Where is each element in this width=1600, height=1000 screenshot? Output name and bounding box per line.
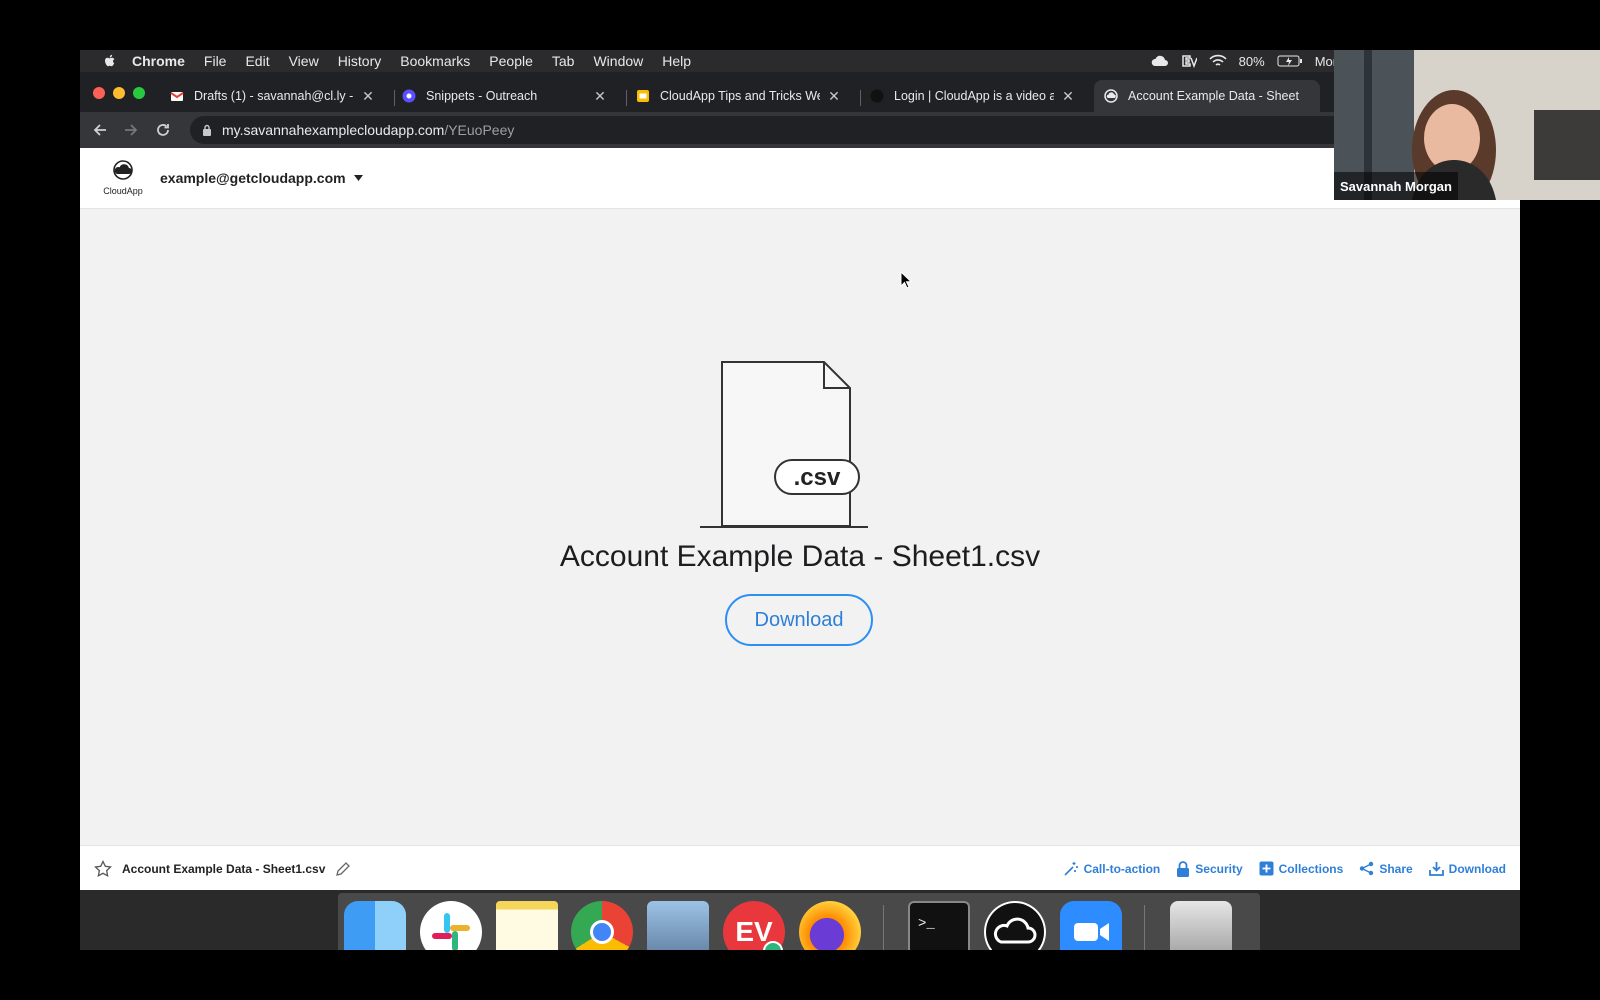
page-footer: Account Example Data - Sheet1.csv Call-t… xyxy=(80,845,1520,891)
mac-dock: EV >_ xyxy=(338,893,1260,950)
menu-view[interactable]: View xyxy=(289,53,319,69)
notes-icon[interactable] xyxy=(496,901,558,950)
cloudapp-menubar-icon[interactable] xyxy=(1151,54,1169,68)
account-dropdown[interactable]: example@getcloudapp.com xyxy=(160,170,363,186)
zoom-window-button[interactable] xyxy=(133,87,145,99)
security-label: Security xyxy=(1195,861,1243,876)
tab-title: CloudApp Tips and Tricks Web xyxy=(660,89,820,103)
tab-account-example-data[interactable]: Account Example Data - Sheet xyxy=(1094,80,1320,112)
magic-wand-icon xyxy=(1064,861,1078,876)
battery-percent: 80% xyxy=(1238,53,1265,69)
menu-people[interactable]: People xyxy=(489,53,533,69)
cloudapp-icon xyxy=(870,89,884,103)
footer-filename: Account Example Data - Sheet1.csv xyxy=(122,861,326,876)
menu-tab[interactable]: Tab xyxy=(552,53,575,69)
firefox-icon[interactable] xyxy=(799,901,861,950)
tab-cloudapp-login[interactable]: Login | CloudApp is a video an ✕ xyxy=(860,80,1086,112)
back-icon[interactable] xyxy=(92,122,108,138)
cloudapp-file-page: CloudApp example@getcloudapp.com .csv Ac… xyxy=(80,148,1520,891)
lock-icon xyxy=(1177,860,1190,877)
evernote-menubar-icon[interactable] xyxy=(1181,54,1197,68)
cloudapp-icon xyxy=(1104,89,1118,103)
reload-icon[interactable] xyxy=(155,122,171,138)
url-path: /YEuoPeey xyxy=(444,122,515,138)
call-to-action-button[interactable]: Call-to-action xyxy=(1063,861,1161,877)
participant-name: Savannah Morgan xyxy=(1334,172,1458,200)
footer-download-button[interactable]: Download xyxy=(1428,861,1506,876)
browser-toolbar: my.savannahexamplecloudapp.com/YEuoPeey xyxy=(80,112,1520,148)
menu-file[interactable]: File xyxy=(204,53,227,69)
window-controls xyxy=(93,87,145,99)
menu-window[interactable]: Window xyxy=(593,53,643,69)
apple-icon[interactable] xyxy=(102,53,118,69)
menu-help[interactable]: Help xyxy=(662,53,691,69)
menu-app-name[interactable]: Chrome xyxy=(132,53,185,69)
terminal-icon[interactable]: >_ xyxy=(908,901,970,950)
file-title: Account Example Data - Sheet1.csv xyxy=(559,540,1041,573)
battery-icon[interactable] xyxy=(1277,54,1303,68)
cta-label: Call-to-action xyxy=(1083,861,1161,876)
close-tab-icon[interactable]: ✕ xyxy=(360,88,376,105)
logo-text: CloudApp xyxy=(103,186,143,196)
menu-history[interactable]: History xyxy=(338,53,382,69)
page-header: CloudApp example@getcloudapp.com xyxy=(80,148,1520,209)
file-extension-badge: .csv xyxy=(794,464,841,491)
account-email: example@getcloudapp.com xyxy=(160,170,346,186)
file-icon: .csv xyxy=(700,361,868,528)
minimize-window-button[interactable] xyxy=(113,87,125,99)
finder-icon[interactable] xyxy=(344,901,406,950)
desktop-screen: Chrome File Edit View History Bookmarks … xyxy=(80,50,1520,950)
preview-photos-icon[interactable] xyxy=(647,901,709,950)
trash-icon[interactable] xyxy=(1170,901,1232,950)
video-call-overlay[interactable]: Savannah Morgan xyxy=(1334,50,1600,200)
svg-text:EV: EV xyxy=(735,916,773,947)
address-bar[interactable]: my.savannahexamplecloudapp.com/YEuoPeey xyxy=(190,116,1490,144)
expressvpn-icon[interactable]: EV xyxy=(723,901,785,950)
security-button[interactable]: Security xyxy=(1176,860,1243,877)
gmail-icon xyxy=(170,92,184,101)
close-tab-icon[interactable]: ✕ xyxy=(1060,88,1076,105)
outreach-icon xyxy=(402,89,416,103)
caret-down-icon xyxy=(353,175,363,181)
tab-outreach[interactable]: Snippets - Outreach ✕ xyxy=(392,80,618,112)
download-label: Download xyxy=(1448,861,1506,876)
wifi-icon[interactable] xyxy=(1209,54,1227,68)
svg-text:>_: >_ xyxy=(918,916,935,932)
cloudapp-logo[interactable]: CloudApp xyxy=(98,160,148,196)
close-tab-icon[interactable]: ✕ xyxy=(592,88,608,105)
share-label: Share xyxy=(1379,861,1413,876)
share-icon xyxy=(1360,861,1374,876)
tab-google-slides[interactable]: CloudApp Tips and Tricks Web ✕ xyxy=(626,80,852,112)
tab-title: Drafts (1) - savannah@cl.ly - G xyxy=(194,89,354,103)
tab-title: Snippets - Outreach xyxy=(426,89,538,103)
mac-menu-bar: Chrome File Edit View History Bookmarks … xyxy=(80,50,1520,72)
forward-icon[interactable] xyxy=(123,122,139,138)
zoom-icon[interactable] xyxy=(1060,901,1122,950)
slack-icon[interactable] xyxy=(420,901,482,950)
tab-title: Account Example Data - Sheet xyxy=(1128,89,1299,103)
chrome-icon[interactable] xyxy=(571,901,633,950)
edit-pencil-icon[interactable] xyxy=(335,861,351,877)
download-icon xyxy=(1428,862,1444,876)
menu-edit[interactable]: Edit xyxy=(245,53,269,69)
close-window-button[interactable] xyxy=(93,87,105,99)
browser-tab-strip: Drafts (1) - savannah@cl.ly - G ✕ Snippe… xyxy=(80,72,1520,112)
mouse-cursor-icon xyxy=(900,271,912,289)
collections-label: Collections xyxy=(1278,861,1344,876)
lock-icon[interactable] xyxy=(202,124,212,136)
tab-gmail[interactable]: Drafts (1) - savannah@cl.ly - G ✕ xyxy=(160,80,386,112)
cloudapp-dock-icon[interactable] xyxy=(984,901,1046,950)
star-icon[interactable] xyxy=(94,859,112,878)
tab-title: Login | CloudApp is a video an xyxy=(894,89,1054,103)
share-button[interactable]: Share xyxy=(1359,861,1413,876)
close-tab-icon[interactable]: ✕ xyxy=(826,88,842,105)
menu-bookmarks[interactable]: Bookmarks xyxy=(400,53,470,69)
cloud-logo-icon xyxy=(113,160,133,180)
download-button[interactable]: Download xyxy=(725,594,873,646)
collections-button[interactable]: Collections xyxy=(1259,861,1344,876)
plus-square-icon xyxy=(1259,861,1274,876)
slides-icon xyxy=(637,90,649,102)
url-domain: my.savannahexamplecloudapp.com xyxy=(222,122,445,138)
